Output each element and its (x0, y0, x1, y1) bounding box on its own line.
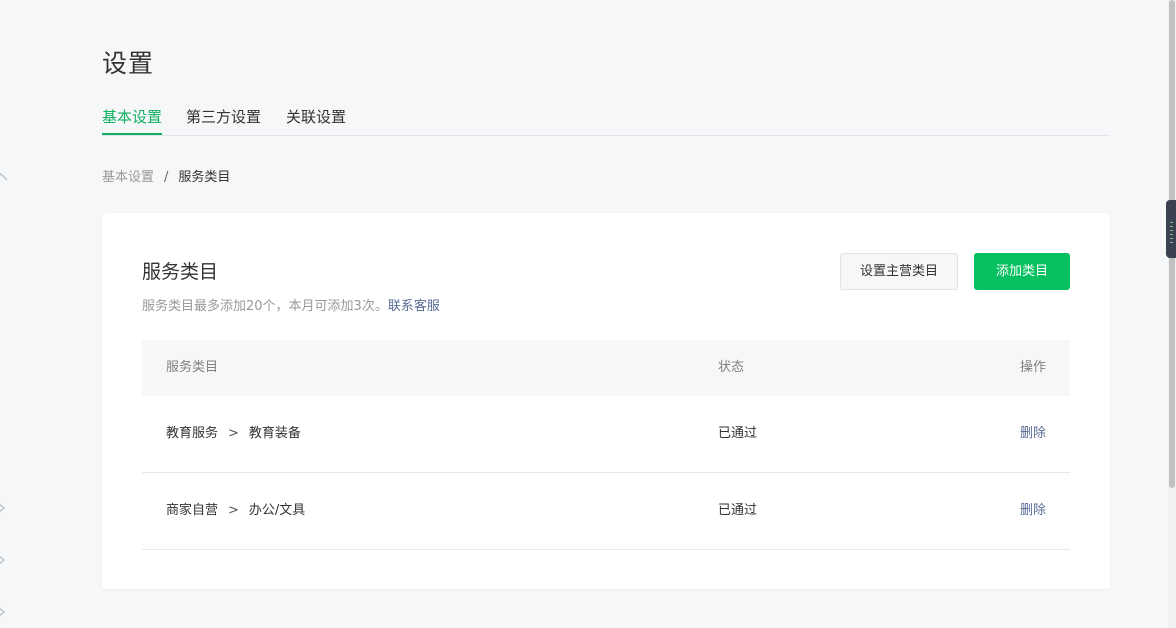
column-header-status: 状态 (718, 360, 745, 375)
tab-basic-settings[interactable]: 基本设置 (102, 104, 163, 135)
category-separator: > (228, 426, 239, 441)
scrollbar[interactable] (1168, 0, 1176, 628)
service-category-card: 服务类目 服务类目最多添加20个，本月可添加3次。联系客服 设置主营类目 添加类… (102, 213, 1110, 589)
subcategory-name: 办公/文具 (248, 503, 306, 518)
delete-link[interactable]: 删除 (1020, 503, 1046, 518)
card-title: 服务类目 (142, 261, 219, 283)
tab-bar: 基本设置 第三方设置 关联设置 (102, 104, 1110, 136)
contact-support-link[interactable]: 联系客服 (388, 299, 440, 314)
category-name: 商家自营 (166, 503, 219, 518)
page-title: 设置 (102, 49, 155, 78)
chevron-right-icon[interactable] (0, 501, 8, 515)
subcategory-name: 教育装备 (248, 426, 301, 441)
side-tool-handle[interactable] (1166, 200, 1176, 258)
breadcrumb-separator: / (164, 170, 169, 185)
category-cell: 商家自营 > 办公/文具 (166, 473, 305, 549)
category-table: 服务类目 状态 操作 教育服务 > 教育装备 已通过 删除 商家自营 > 办公/文具 已… (142, 340, 1070, 550)
column-header-action: 操作 (1019, 360, 1046, 375)
status-cell: 已通过 (718, 426, 758, 441)
table-row: 商家自营 > 办公/文具 已通过 删除 (142, 473, 1070, 550)
category-separator: > (228, 503, 239, 518)
breadcrumb-current: 服务类目 (178, 170, 231, 185)
add-category-button[interactable]: 添加类目 (974, 253, 1070, 290)
settings-page: 设置 基本设置 第三方设置 关联设置 基本设置 / 服务类目 服务类目 服务类目最多… (0, 0, 1176, 628)
action-cell: 删除 (1020, 396, 1046, 472)
set-main-category-button[interactable]: 设置主营类目 (840, 253, 958, 290)
category-cell: 教育服务 > 教育装备 (166, 396, 301, 472)
table-row: 教育服务 > 教育装备 已通过 删除 (142, 396, 1070, 473)
column-header-category: 服务类目 (166, 360, 219, 375)
status-cell: 已通过 (718, 503, 758, 518)
chevron-right-icon[interactable] (0, 605, 8, 619)
category-name: 教育服务 (166, 426, 219, 441)
breadcrumb-parent[interactable]: 基本设置 (102, 170, 154, 185)
tab-linked-settings[interactable]: 关联设置 (286, 104, 346, 133)
action-cell: 删除 (1020, 473, 1046, 549)
chevron-up-icon[interactable] (0, 170, 8, 184)
card-note: 服务类目最多添加20个，本月可添加3次。联系客服 (142, 295, 440, 314)
breadcrumb: 基本设置 / 服务类目 (102, 168, 230, 188)
delete-link[interactable]: 删除 (1020, 426, 1046, 441)
card-note-text: 服务类目最多添加20个，本月可添加3次。 (142, 299, 388, 314)
table-header: 服务类目 状态 操作 (142, 340, 1070, 396)
chevron-right-icon[interactable] (0, 553, 8, 567)
tab-third-party-settings[interactable]: 第三方设置 (186, 104, 261, 133)
